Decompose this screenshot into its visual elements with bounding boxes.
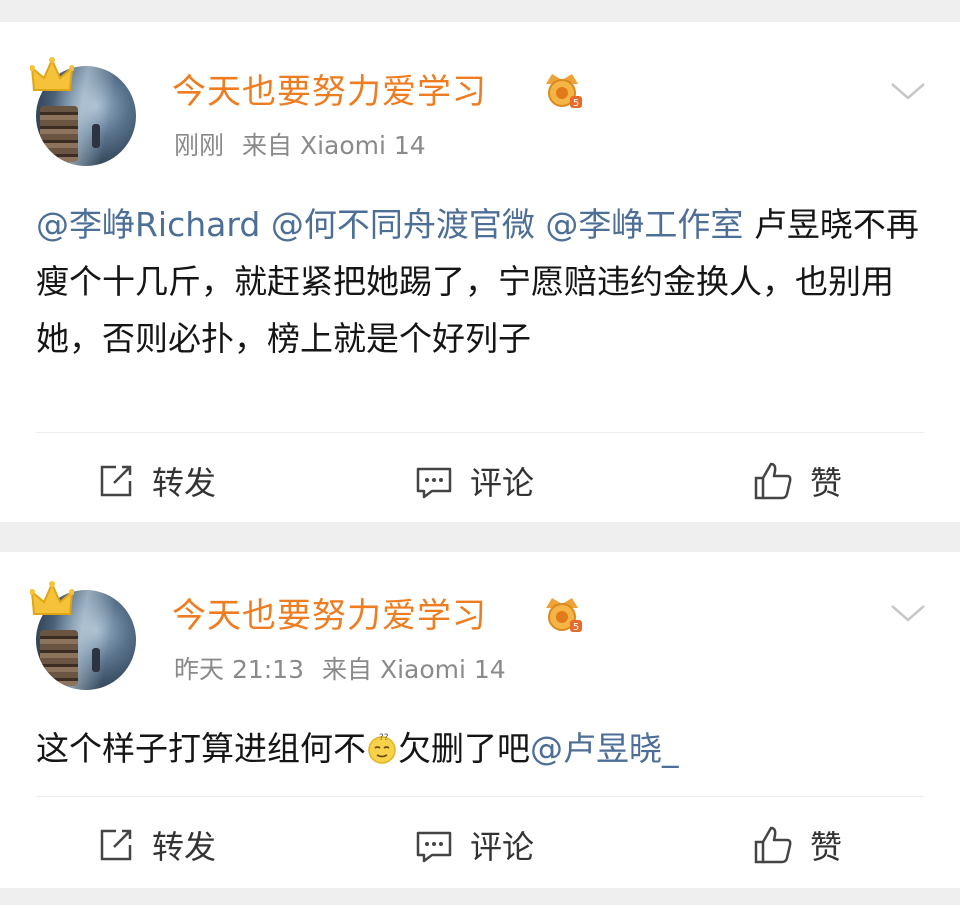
thumbs-up-icon bbox=[754, 462, 792, 500]
repost-icon bbox=[100, 829, 132, 861]
mention-link[interactable]: @李峥Richard bbox=[36, 205, 260, 244]
svg-text:??: ?? bbox=[379, 733, 389, 743]
post-time: 刚刚 bbox=[174, 131, 225, 160]
thumbs-up-icon bbox=[754, 826, 792, 864]
svg-text:5: 5 bbox=[573, 622, 579, 633]
post-time: 昨天 21:13 bbox=[174, 655, 304, 684]
repost-button[interactable]: 转发 bbox=[96, 822, 216, 868]
comment-button[interactable]: 评论 bbox=[414, 458, 534, 504]
post-meta: 昨天 21:13 来自 Xiaomi 14 bbox=[174, 650, 524, 686]
svg-text:5: 5 bbox=[573, 98, 579, 109]
author-name[interactable]: 今天也要努力爱学习 bbox=[172, 588, 487, 637]
mention-link[interactable]: @何不同舟渡官微 bbox=[271, 205, 535, 244]
comment-label: 评论 bbox=[470, 464, 535, 502]
chevron-down-icon[interactable] bbox=[888, 80, 928, 104]
action-bar: 转发 评论 赞 bbox=[0, 810, 960, 880]
mention-link[interactable]: @李峥工作室 bbox=[545, 205, 743, 244]
repost-label: 转发 bbox=[152, 464, 217, 502]
post-text-continued: 欠删了吧 bbox=[398, 729, 530, 768]
like-label: 赞 bbox=[810, 828, 843, 866]
avatar[interactable] bbox=[30, 57, 136, 166]
comment-label: 评论 bbox=[470, 828, 535, 866]
post-text: 这个样子打算进组何不 bbox=[36, 729, 366, 768]
crown-icon bbox=[30, 57, 74, 91]
repost-button[interactable]: 转发 bbox=[96, 458, 216, 504]
chevron-down-icon[interactable] bbox=[888, 602, 928, 626]
vip-badge-icon[interactable]: 5 bbox=[540, 70, 584, 110]
like-button[interactable]: 赞 bbox=[752, 822, 842, 868]
comment-icon bbox=[416, 467, 452, 499]
action-bar: 转发 评论 赞 bbox=[0, 446, 960, 516]
post-source: 来自 Xiaomi 14 bbox=[322, 655, 506, 684]
avatar[interactable] bbox=[30, 581, 136, 690]
divider bbox=[36, 432, 924, 433]
post-card: 今天也要努力爱学习 5 昨天 21:13 来自 Xiaomi 14 这个样子打算进… bbox=[0, 552, 960, 888]
vip-badge-icon[interactable]: 5 bbox=[540, 594, 584, 634]
like-label: 赞 bbox=[810, 464, 843, 502]
post-card: 今天也要努力爱学习 5 刚刚 来自 Xiaomi 14 @李峥Richard @何… bbox=[0, 22, 960, 522]
post-content: @李峥Richard @何不同舟渡官微 @李峥工作室 卢昱晓不再瘦个十几斤，就赶… bbox=[36, 196, 926, 367]
post-source: 来自 Xiaomi 14 bbox=[242, 131, 426, 160]
like-button[interactable]: 赞 bbox=[752, 458, 842, 504]
comment-button[interactable]: 评论 bbox=[414, 822, 534, 868]
doubt-emoji-icon: ?? bbox=[366, 724, 398, 764]
divider bbox=[36, 796, 924, 797]
repost-label: 转发 bbox=[152, 828, 217, 866]
mention-link[interactable]: @卢昱晓_ bbox=[530, 729, 679, 768]
repost-icon bbox=[100, 465, 132, 497]
post-meta: 刚刚 来自 Xiaomi 14 bbox=[174, 126, 444, 162]
comment-icon bbox=[416, 831, 452, 863]
post-content: 这个样子打算进组何不?? 欠删了吧@卢昱晓_ bbox=[36, 720, 926, 777]
crown-icon bbox=[30, 581, 74, 615]
author-name[interactable]: 今天也要努力爱学习 bbox=[172, 64, 487, 113]
